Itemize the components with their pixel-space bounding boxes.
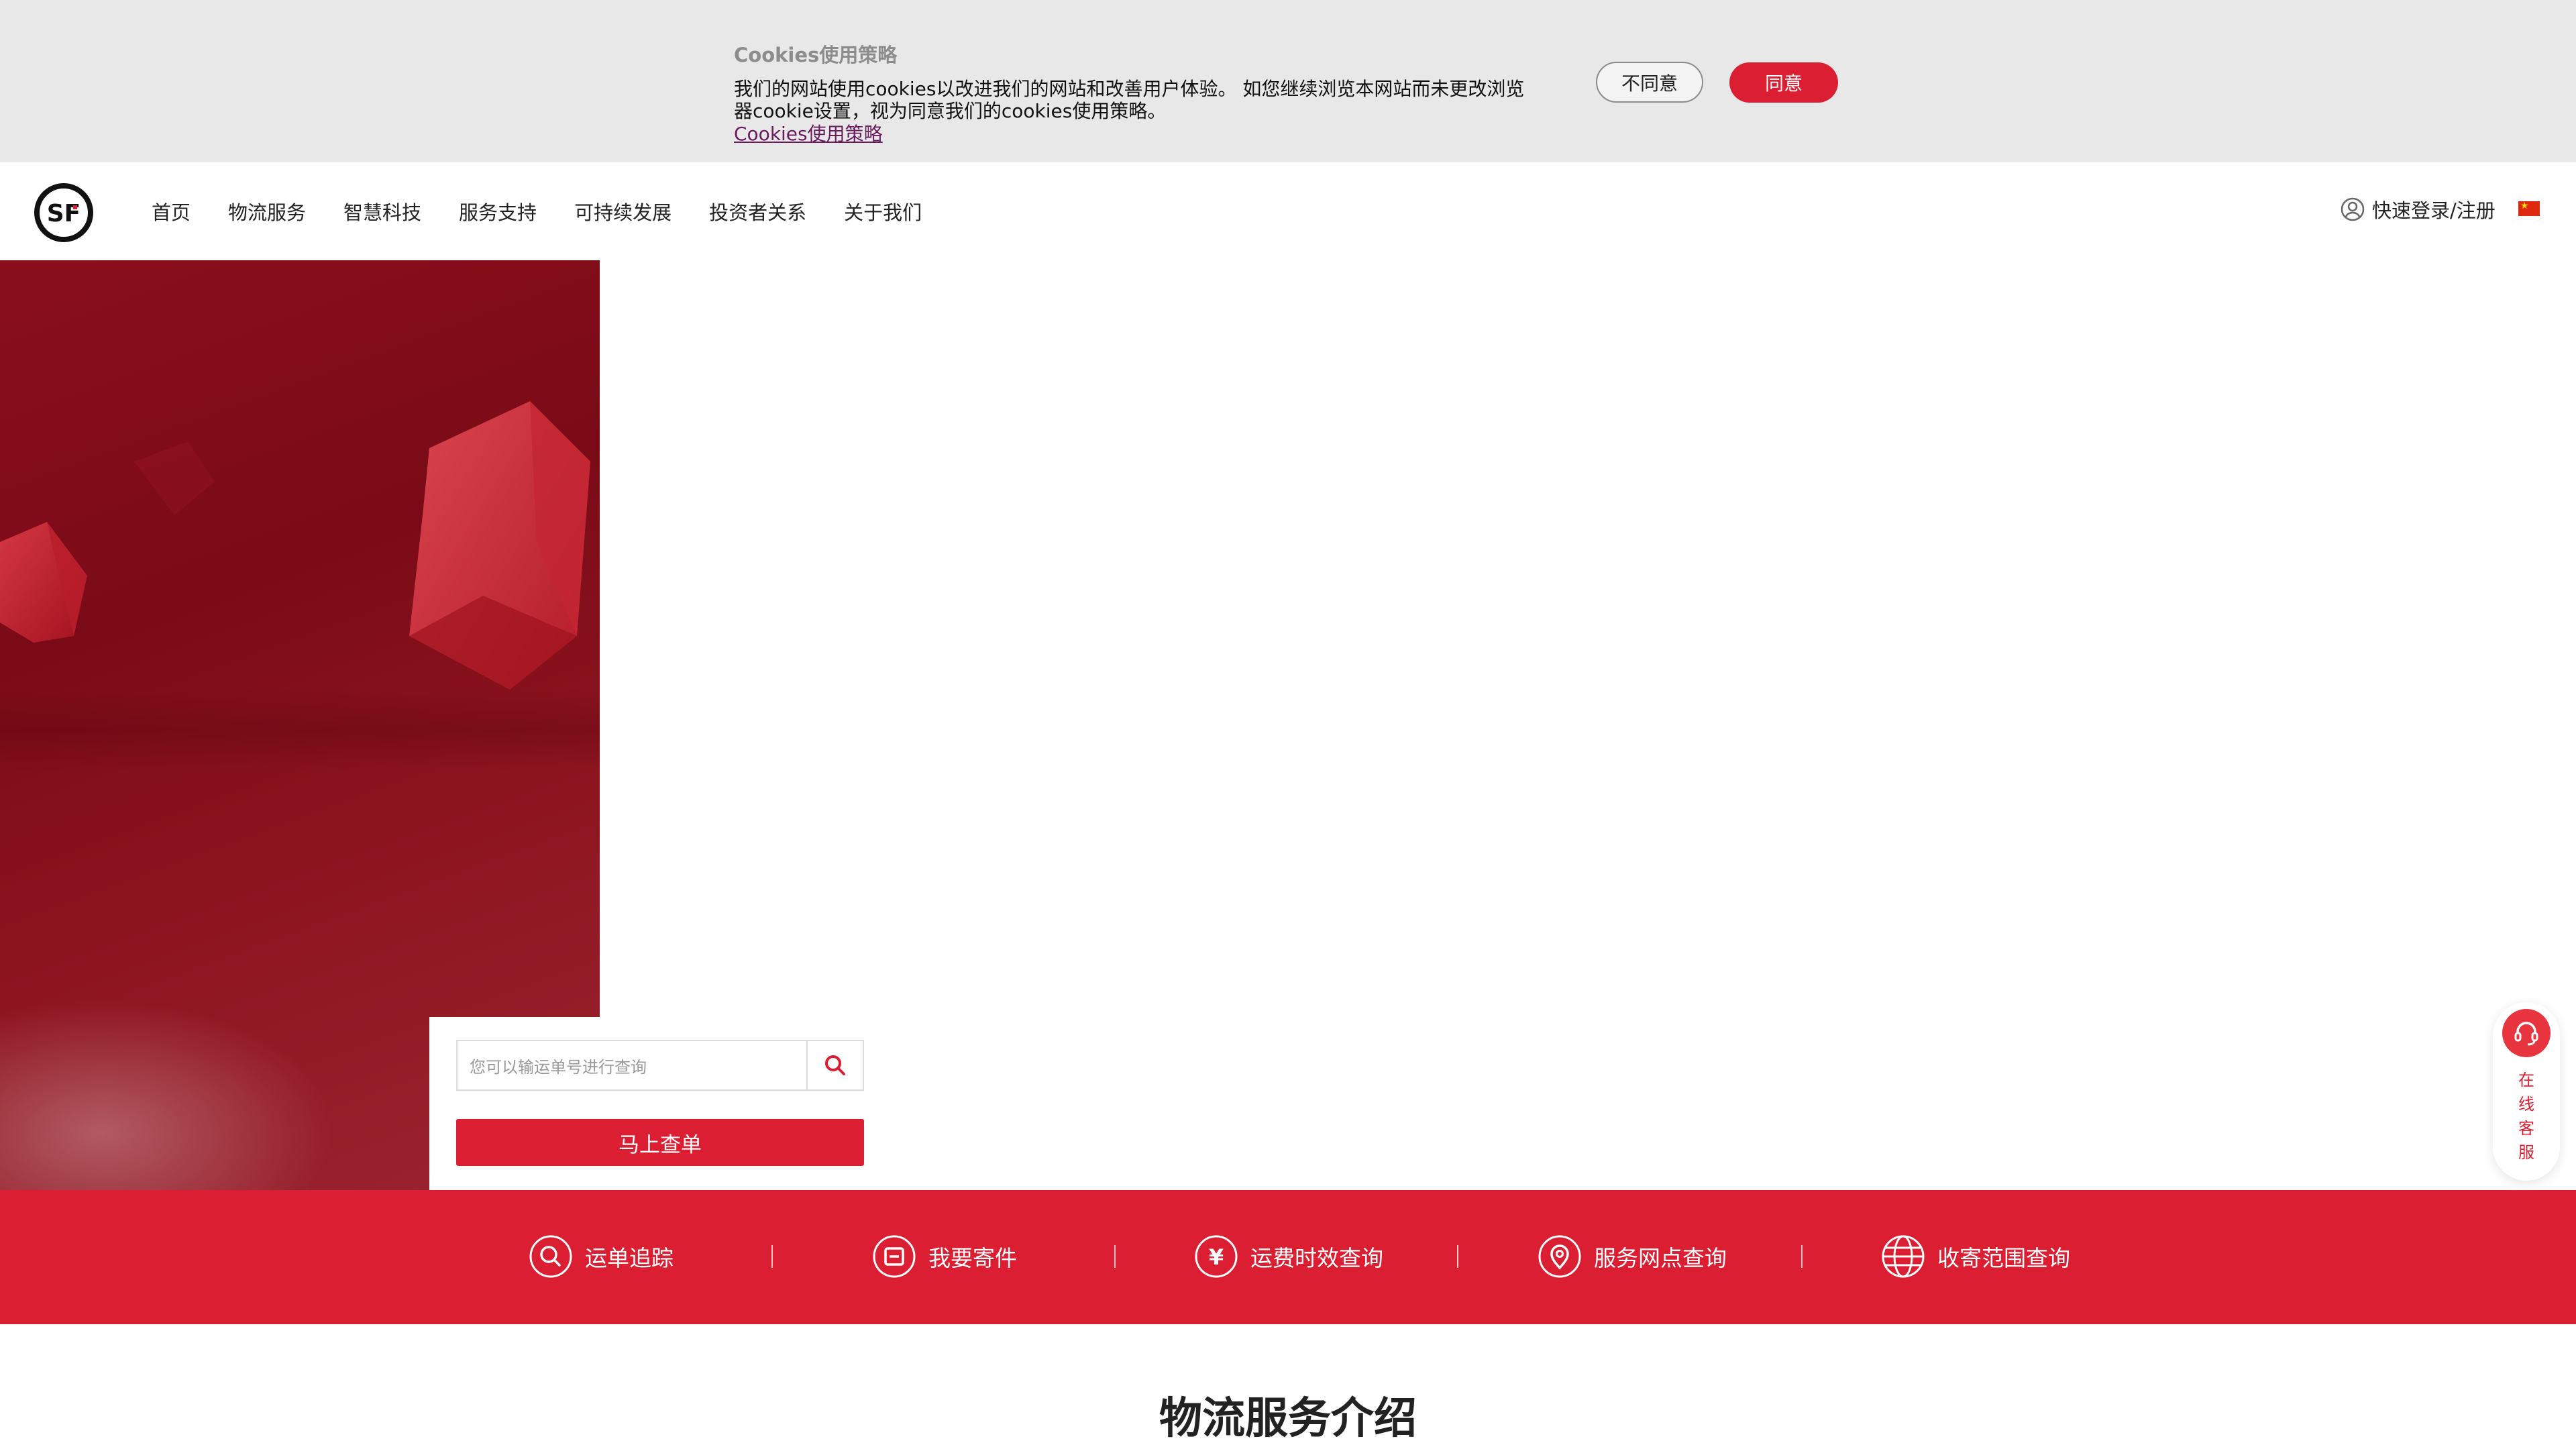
cookie-agree-button[interactable]: 同意 <box>1729 62 1838 103</box>
online-service-label: 在 线 客 服 <box>2493 1068 2560 1165</box>
query-now-button[interactable]: 马上查单 <box>456 1119 864 1166</box>
nav-smart-tech[interactable]: 智慧科技 <box>343 197 421 225</box>
login-register-link[interactable]: 快速登录/注册 <box>2340 196 2496 223</box>
svg-text:¥: ¥ <box>1209 1244 1224 1270</box>
login-register-label: 快速登录/注册 <box>2372 199 2496 222</box>
online-service-char: 服 <box>2518 1143 2534 1162</box>
service-divider <box>1801 1245 1803 1268</box>
nav-sustainability[interactable]: 可持续发展 <box>574 197 672 225</box>
service-label: 收寄范围查询 <box>1937 1245 2070 1271</box>
yen-circle-icon: ¥ <box>1195 1235 1238 1278</box>
cookie-title: Cookies使用策略 <box>734 44 898 66</box>
user-icon <box>2341 197 2365 221</box>
package-circle-icon <box>873 1235 916 1278</box>
service-divider <box>1457 1245 1458 1268</box>
service-label: 我要寄件 <box>928 1245 1017 1271</box>
service-waybill-tracking[interactable]: 运单追踪 <box>529 1233 674 1280</box>
nav-service-support[interactable]: 服务支持 <box>459 197 537 225</box>
sf-logo[interactable]: SF <box>33 182 95 243</box>
service-send-package[interactable]: 我要寄件 <box>872 1233 1017 1280</box>
service-label: 运费时效查询 <box>1250 1245 1383 1271</box>
service-divider <box>1114 1245 1116 1268</box>
online-service-char: 客 <box>2518 1119 2534 1138</box>
service-delivery-range-query[interactable]: 收寄范围查询 <box>1881 1233 2070 1280</box>
service-label: 服务网点查询 <box>1594 1245 1727 1271</box>
online-customer-service-widget[interactable]: 在 线 客 服 <box>2493 1002 2560 1181</box>
nav-about-us[interactable]: 关于我们 <box>844 197 922 225</box>
search-circle-icon <box>529 1235 572 1278</box>
service-label: 运单追踪 <box>585 1245 674 1271</box>
service-outlet-query[interactable]: 服务网点查询 <box>1538 1233 1727 1280</box>
logo-text: SF <box>47 200 81 227</box>
cookie-policy-link[interactable]: Cookies使用策略 <box>734 122 883 146</box>
globe-icon <box>1882 1235 1925 1278</box>
online-service-char: 在 <box>2518 1071 2534 1089</box>
nav-investor-relations[interactable]: 投资者关系 <box>709 197 806 225</box>
search-icon <box>825 1055 845 1075</box>
service-freight-time-query[interactable]: ¥ 运费时效查询 <box>1194 1233 1383 1280</box>
waybill-search-button[interactable] <box>806 1040 864 1091</box>
cookie-disagree-button[interactable]: 不同意 <box>1596 62 1703 103</box>
cookie-description: 我们的网站使用cookies以改进我们的网站和改善用户体验。 如您继续浏览本网站… <box>734 78 1525 122</box>
headset-icon <box>2502 1009 2551 1057</box>
section-title-logistics: 物流服务介绍 <box>1159 1394 1417 1444</box>
waybill-search-input[interactable]: 您可以输运单号进行查询 <box>456 1040 808 1091</box>
china-flag-icon[interactable]: ★ <box>2518 201 2540 216</box>
nav-logistics-services[interactable]: 物流服务 <box>228 197 306 225</box>
service-divider <box>771 1245 773 1268</box>
location-pin-icon <box>1538 1235 1581 1278</box>
main-nav: 首页 物流服务 智慧科技 服务支持 可持续发展 投资者关系 关于我们 <box>152 197 959 225</box>
online-service-char: 线 <box>2518 1095 2534 1114</box>
cookie-text-block: Cookies使用策略 我们的网站使用cookies以改进我们的网站和改善用户体… <box>734 42 1525 146</box>
quick-services-bar: 运单追踪 我要寄件 ¥ 运费时效查询 服务网点查询 收寄范围查询 <box>0 1190 2576 1324</box>
cookie-banner: Cookies使用策略 我们的网站使用cookies以改进我们的网站和改善用户体… <box>0 0 2576 162</box>
waybill-query-panel: 您可以输运单号进行查询 马上查单 <box>429 1017 1301 1190</box>
site-header: SF 首页 物流服务 智慧科技 服务支持 可持续发展 投资者关系 关于我们 快速… <box>0 162 2576 260</box>
nav-home[interactable]: 首页 <box>152 197 191 225</box>
